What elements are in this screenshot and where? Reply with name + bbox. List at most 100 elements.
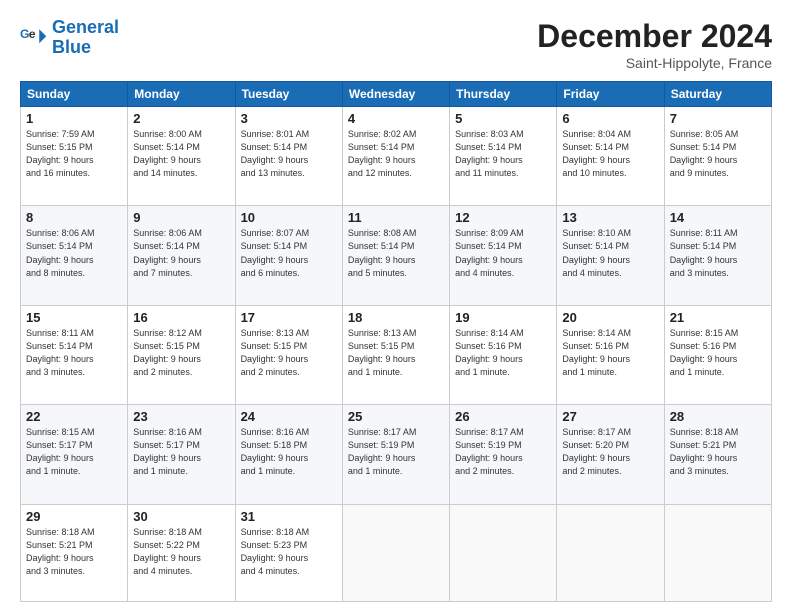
day-info: Sunrise: 8:17 AMSunset: 5:20 PMDaylight:… [562,426,658,478]
table-row [342,504,449,601]
day-number: 19 [455,310,551,325]
table-row: 19 Sunrise: 8:14 AMSunset: 5:16 PMDayligh… [450,305,557,404]
table-row: 13 Sunrise: 8:10 AMSunset: 5:14 PMDayligh… [557,206,664,305]
svg-text:e: e [29,27,36,41]
day-number: 10 [241,210,337,225]
day-number: 18 [348,310,444,325]
table-row: 6 Sunrise: 8:04 AMSunset: 5:14 PMDaylight… [557,107,664,206]
day-number: 22 [26,409,122,424]
table-row: 10 Sunrise: 8:07 AMSunset: 5:14 PMDayligh… [235,206,342,305]
day-number: 15 [26,310,122,325]
day-number: 9 [133,210,229,225]
day-info: Sunrise: 8:09 AMSunset: 5:14 PMDaylight:… [455,227,551,279]
calendar-header-monday: Monday [128,82,235,107]
day-info: Sunrise: 8:14 AMSunset: 5:16 PMDaylight:… [455,327,551,379]
header: G e General Blue December 2024 Saint-Hip… [20,18,772,71]
table-row: 11Sunrise: 8:08 AMSunset: 5:14 PMDayligh… [342,206,449,305]
table-row: 23 Sunrise: 8:16 AMSunset: 5:17 PMDayligh… [128,405,235,504]
day-number: 4 [348,111,444,126]
day-info: Sunrise: 8:06 AMSunset: 5:14 PMDaylight:… [133,227,229,279]
day-info: Sunrise: 8:07 AMSunset: 5:14 PMDaylight:… [241,227,337,279]
day-number: 31 [241,509,337,524]
day-info: Sunrise: 8:18 AMSunset: 5:21 PMDaylight:… [670,426,766,478]
day-number: 20 [562,310,658,325]
day-number: 16 [133,310,229,325]
table-row [664,504,771,601]
day-number: 3 [241,111,337,126]
day-info: Sunrise: 8:17 AMSunset: 5:19 PMDaylight:… [348,426,444,478]
table-row: 1 Sunrise: 7:59 AMSunset: 5:15 PMDaylight… [21,107,128,206]
day-info: Sunrise: 7:59 AMSunset: 5:15 PMDaylight:… [26,128,122,180]
day-number: 14 [670,210,766,225]
day-number: 6 [562,111,658,126]
day-number: 23 [133,409,229,424]
calendar-header-saturday: Saturday [664,82,771,107]
day-number: 26 [455,409,551,424]
day-info: Sunrise: 8:10 AMSunset: 5:14 PMDaylight:… [562,227,658,279]
table-row: 29Sunrise: 8:18 AMSunset: 5:21 PMDayligh… [21,504,128,601]
table-row: 30 Sunrise: 8:18 AMSunset: 5:22 PMDayligh… [128,504,235,601]
day-info: Sunrise: 8:05 AMSunset: 5:14 PMDaylight:… [670,128,766,180]
table-row: 4 Sunrise: 8:02 AMSunset: 5:14 PMDaylight… [342,107,449,206]
title-block: December 2024 Saint-Hippolyte, France [537,18,772,71]
day-info: Sunrise: 8:11 AMSunset: 5:14 PMDaylight:… [670,227,766,279]
table-row: 7Sunrise: 8:05 AMSunset: 5:14 PMDaylight… [664,107,771,206]
table-row: 31Sunrise: 8:18 AMSunset: 5:23 PMDayligh… [235,504,342,601]
day-number: 2 [133,111,229,126]
location: Saint-Hippolyte, France [537,55,772,71]
day-info: Sunrise: 8:11 AMSunset: 5:14 PMDaylight:… [26,327,122,379]
day-number: 21 [670,310,766,325]
day-number: 1 [26,111,122,126]
day-info: Sunrise: 8:13 AMSunset: 5:15 PMDaylight:… [241,327,337,379]
day-number: 13 [562,210,658,225]
table-row: 18 Sunrise: 8:13 AMSunset: 5:15 PMDayligh… [342,305,449,404]
table-row: 27 Sunrise: 8:17 AMSunset: 5:20 PMDayligh… [557,405,664,504]
day-info: Sunrise: 8:18 AMSunset: 5:21 PMDaylight:… [26,526,122,578]
table-row: 28 Sunrise: 8:18 AMSunset: 5:21 PMDayligh… [664,405,771,504]
table-row [450,504,557,601]
day-info: Sunrise: 8:17 AMSunset: 5:19 PMDaylight:… [455,426,551,478]
day-info: Sunrise: 8:02 AMSunset: 5:14 PMDaylight:… [348,128,444,180]
day-number: 12 [455,210,551,225]
day-number: 8 [26,210,122,225]
day-number: 28 [670,409,766,424]
day-info: Sunrise: 8:04 AMSunset: 5:14 PMDaylight:… [562,128,658,180]
day-info: Sunrise: 8:08 AMSunset: 5:14 PMDaylight:… [348,227,444,279]
table-row: 5 Sunrise: 8:03 AMSunset: 5:14 PMDaylight… [450,107,557,206]
table-row: 12 Sunrise: 8:09 AMSunset: 5:14 PMDayligh… [450,206,557,305]
table-row: 22 Sunrise: 8:15 AMSunset: 5:17 PMDayligh… [21,405,128,504]
calendar-header-sunday: Sunday [21,82,128,107]
day-number: 5 [455,111,551,126]
day-info: Sunrise: 8:16 AMSunset: 5:18 PMDaylight:… [241,426,337,478]
calendar-header-row: SundayMondayTuesdayWednesdayThursdayFrid… [21,82,772,107]
table-row: 25Sunrise: 8:17 AMSunset: 5:19 PMDayligh… [342,405,449,504]
day-info: Sunrise: 8:01 AMSunset: 5:14 PMDaylight:… [241,128,337,180]
day-info: Sunrise: 8:15 AMSunset: 5:17 PMDaylight:… [26,426,122,478]
table-row: 26 Sunrise: 8:17 AMSunset: 5:19 PMDayligh… [450,405,557,504]
day-info: Sunrise: 8:16 AMSunset: 5:17 PMDaylight:… [133,426,229,478]
day-number: 27 [562,409,658,424]
table-row: 9 Sunrise: 8:06 AMSunset: 5:14 PMDaylight… [128,206,235,305]
table-row: 2 Sunrise: 8:00 AMSunset: 5:14 PMDaylight… [128,107,235,206]
day-info: Sunrise: 8:03 AMSunset: 5:14 PMDaylight:… [455,128,551,180]
calendar: SundayMondayTuesdayWednesdayThursdayFrid… [20,81,772,602]
day-info: Sunrise: 8:18 AMSunset: 5:22 PMDaylight:… [133,526,229,578]
table-row: 14 Sunrise: 8:11 AMSunset: 5:14 PMDayligh… [664,206,771,305]
day-number: 17 [241,310,337,325]
day-info: Sunrise: 8:13 AMSunset: 5:15 PMDaylight:… [348,327,444,379]
day-info: Sunrise: 8:00 AMSunset: 5:14 PMDaylight:… [133,128,229,180]
table-row: 17 Sunrise: 8:13 AMSunset: 5:15 PMDayligh… [235,305,342,404]
day-number: 30 [133,509,229,524]
table-row: 3 Sunrise: 8:01 AMSunset: 5:14 PMDaylight… [235,107,342,206]
calendar-header-friday: Friday [557,82,664,107]
table-row: 20Sunrise: 8:14 AMSunset: 5:16 PMDayligh… [557,305,664,404]
calendar-header-tuesday: Tuesday [235,82,342,107]
table-row: 16Sunrise: 8:12 AMSunset: 5:15 PMDayligh… [128,305,235,404]
table-row: 21 Sunrise: 8:15 AMSunset: 5:16 PMDayligh… [664,305,771,404]
table-row: 15 Sunrise: 8:11 AMSunset: 5:14 PMDayligh… [21,305,128,404]
logo-icon: G e [20,24,48,52]
day-info: Sunrise: 8:15 AMSunset: 5:16 PMDaylight:… [670,327,766,379]
day-number: 24 [241,409,337,424]
table-row [557,504,664,601]
table-row: 8Sunrise: 8:06 AMSunset: 5:14 PMDaylight… [21,206,128,305]
